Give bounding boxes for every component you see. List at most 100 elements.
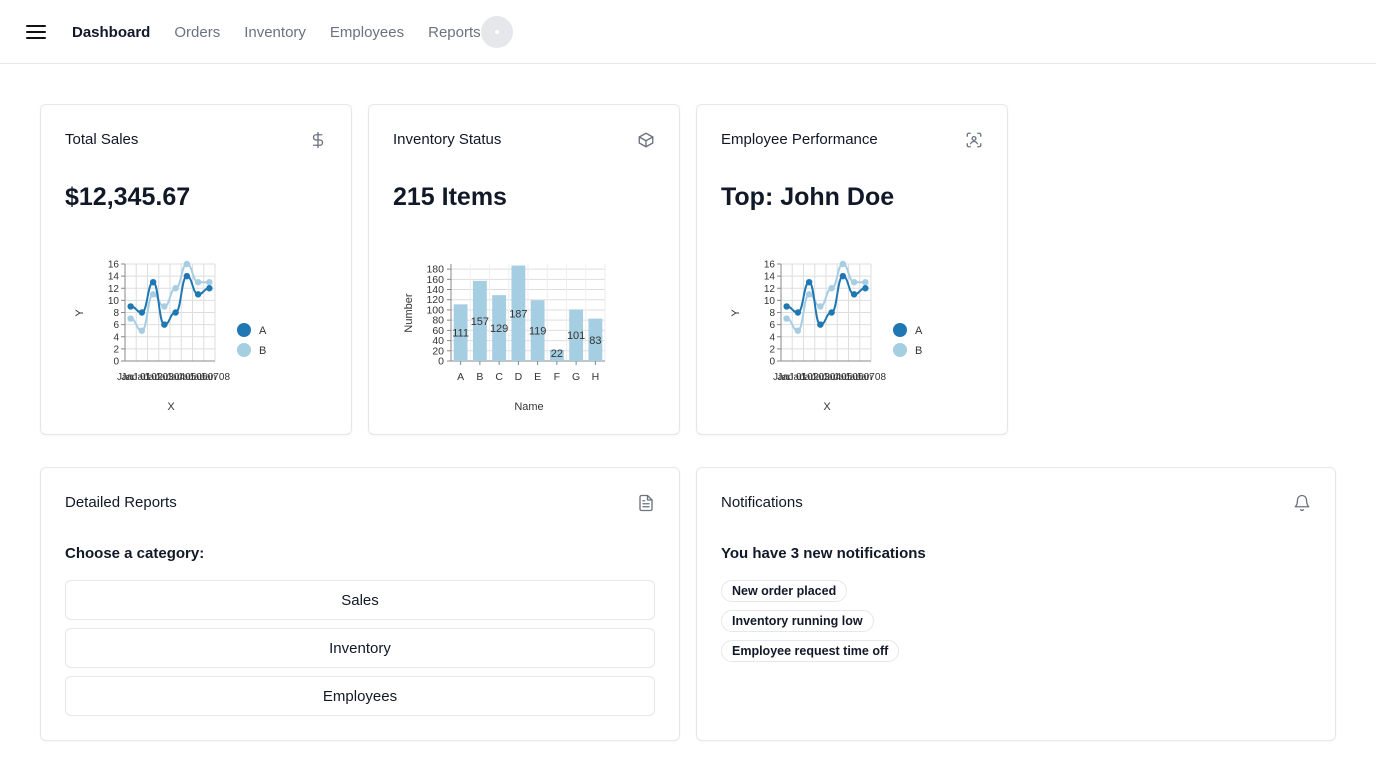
sales-line-chart: 0246810121416JanJan 01Jan 02Jan 03Jan 04… [74, 260, 267, 414]
x-tick-label: H [592, 371, 600, 383]
data-point-A [138, 309, 146, 316]
y-tick-label: 2 [769, 344, 775, 355]
notification-badge[interactable]: New order placed [721, 580, 848, 602]
data-point-B [183, 260, 191, 268]
y-axis-label: Number [403, 293, 415, 332]
data-point-B [161, 303, 168, 310]
data-point-A [805, 278, 813, 286]
data-point-A [149, 278, 157, 286]
bar-value-label: 83 [589, 335, 601, 347]
legend-label: B [259, 345, 266, 357]
bar-value-label: 119 [529, 326, 547, 338]
card-title: Notifications [721, 494, 803, 511]
user-avatar[interactable] [481, 16, 513, 48]
card-title: Detailed Reports [65, 494, 177, 511]
y-tick-label: 4 [113, 332, 119, 343]
y-axis-label: Y [730, 309, 742, 317]
notification-summary: You have 3 new notifications [721, 545, 926, 562]
data-point-B [138, 327, 146, 334]
x-tick-label: G [572, 371, 580, 383]
nav-employees[interactable]: Employees [330, 24, 404, 41]
legend-label: A [915, 325, 923, 337]
nav-inventory[interactable]: Inventory [244, 24, 306, 41]
data-point-B [828, 285, 835, 292]
x-tick-label: C [495, 371, 503, 383]
y-tick-label: 16 [764, 260, 776, 271]
nav-reports[interactable]: Reports [428, 24, 481, 41]
data-point-A [183, 272, 191, 280]
y-tick-label: 4 [769, 332, 775, 343]
legend-label: B [915, 345, 922, 357]
x-axis-label: X [823, 401, 831, 413]
y-tick-label: 10 [764, 296, 776, 307]
employee-line-chart: 0246810121416JanJan 01Jan 02Jan 03Jan 04… [730, 260, 923, 414]
notification-badge[interactable]: Inventory running low [721, 610, 874, 632]
y-tick-label: 12 [108, 284, 120, 295]
x-tick-label: F [554, 371, 560, 383]
menu-icon[interactable] [26, 23, 46, 41]
data-point-B [783, 315, 790, 322]
x-tick-label: E [534, 371, 541, 383]
x-tick-label: B [476, 371, 483, 383]
data-point-B [127, 315, 134, 322]
y-tick-label: 160 [426, 274, 444, 286]
x-tick-label: Jan 08 [856, 372, 886, 383]
data-point-A [172, 309, 179, 316]
data-point-A [828, 309, 835, 316]
bell-icon[interactable] [1293, 494, 1311, 512]
nav-orders[interactable]: Orders [174, 24, 220, 41]
y-tick-label: 40 [432, 335, 444, 347]
y-tick-label: 12 [764, 284, 776, 295]
data-point-A [194, 291, 202, 298]
bar-value-label: 111 [452, 328, 469, 340]
y-tick-label: 10 [108, 296, 120, 307]
legend-swatch-B [893, 343, 907, 357]
category-employees-button[interactable]: Employees [65, 676, 655, 716]
data-point-B [149, 291, 157, 298]
y-tick-label: 16 [108, 260, 120, 271]
y-tick-label: 180 [426, 264, 444, 276]
x-tick-label: A [457, 371, 464, 383]
x-axis-label: X [167, 401, 175, 413]
inventory-bar-chart: 020406080100120140160180A111B157C129D187… [403, 264, 606, 413]
detailed-reports-card: Detailed Reports Choose a category: Sale… [40, 467, 680, 741]
notifications-card: Notifications You have 3 new notificatio… [696, 467, 1336, 741]
bar-value-label: 187 [509, 308, 527, 320]
nav-dashboard[interactable]: Dashboard [72, 24, 150, 41]
file-text-icon [637, 494, 655, 512]
bar-value-label: 22 [551, 348, 563, 360]
data-point-B [172, 285, 179, 292]
data-point-A [783, 303, 790, 310]
data-point-B [805, 291, 813, 298]
category-prompt: Choose a category: [65, 545, 205, 562]
y-tick-label: 6 [113, 320, 119, 331]
data-point-B [794, 327, 802, 334]
data-point-B [817, 303, 824, 310]
data-point-A [127, 303, 134, 310]
data-point-A [839, 272, 847, 280]
total-sales-card: Total Sales $12,345.67 0 2 4 6 8 10 12 14 16 Jan J… [40, 104, 352, 435]
top-navbar: Dashboard Orders Inventory Employees Rep… [0, 0, 1376, 64]
x-tick-label: Jan 08 [200, 372, 230, 383]
notification-badge[interactable]: Employee request time off [721, 640, 900, 662]
x-tick-label: D [515, 371, 523, 383]
bar-value-label: 129 [490, 323, 508, 335]
data-point-B [194, 278, 202, 286]
y-tick-label: 2 [113, 344, 119, 355]
bar-value-label: 101 [567, 330, 585, 342]
data-point-A [794, 309, 802, 316]
data-point-A [161, 321, 168, 328]
y-tick-label: 0 [113, 357, 119, 368]
bar-value-label: 157 [471, 316, 489, 328]
legend-swatch-A [893, 323, 907, 337]
data-point-B [850, 278, 858, 286]
data-point-A [206, 285, 213, 292]
data-point-A [862, 285, 869, 292]
data-point-A [850, 291, 858, 298]
legend-label: A [259, 325, 267, 337]
y-tick-label: 120 [426, 294, 444, 306]
y-tick-label: 0 [438, 356, 444, 368]
category-sales-button[interactable]: Sales [65, 580, 655, 620]
y-axis-label: Y [74, 309, 86, 317]
category-inventory-button[interactable]: Inventory [65, 628, 655, 668]
